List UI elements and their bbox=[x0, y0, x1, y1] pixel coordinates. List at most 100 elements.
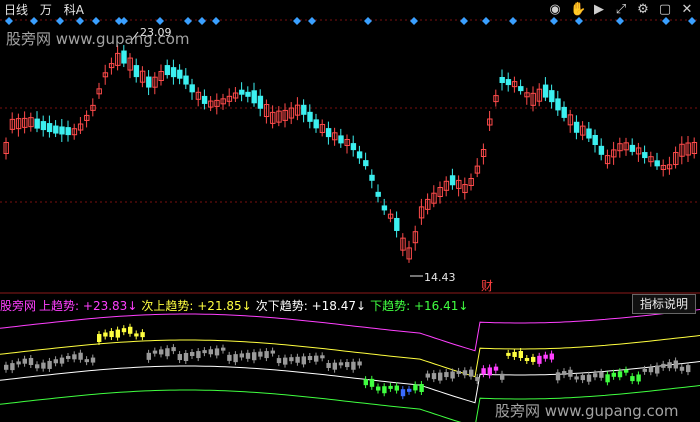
indicator-body bbox=[177, 354, 182, 361]
toolbar-item-3[interactable]: 科A bbox=[64, 3, 84, 17]
chart-canvas bbox=[0, 17, 700, 422]
candle-body bbox=[201, 95, 208, 104]
candle-body bbox=[369, 174, 375, 181]
candle-body bbox=[381, 205, 388, 211]
candle-body bbox=[375, 191, 381, 197]
legend-arrow: ↓ bbox=[127, 299, 138, 313]
toolbar-item-2[interactable]: 万 bbox=[40, 3, 52, 17]
watermark: 股旁网 www.gupang.com bbox=[495, 402, 679, 420]
candle-body bbox=[642, 152, 648, 159]
indicator-body bbox=[580, 375, 585, 381]
indicator-body bbox=[524, 357, 530, 361]
toolbar: 日线 万 科A bbox=[4, 1, 92, 18]
indicator-body bbox=[72, 354, 77, 360]
indicator-body bbox=[47, 360, 52, 369]
indicator-body bbox=[648, 367, 654, 373]
period-label[interactable]: 日线 bbox=[4, 3, 28, 17]
candle-body bbox=[65, 127, 71, 136]
candle-body bbox=[46, 123, 53, 133]
indicator-body bbox=[673, 360, 678, 369]
settings-icon[interactable]: ⚙ bbox=[636, 3, 650, 17]
indicator-body bbox=[655, 365, 660, 374]
indicator-body bbox=[320, 355, 325, 359]
candle-body bbox=[146, 76, 152, 88]
indicator-body bbox=[636, 374, 641, 382]
signal-diamond bbox=[688, 17, 696, 25]
candle-body bbox=[350, 143, 357, 151]
candle-body bbox=[338, 135, 344, 144]
candle-body bbox=[239, 89, 245, 95]
indicator-body bbox=[152, 350, 158, 354]
indicator-body bbox=[252, 352, 257, 361]
indicator-body bbox=[190, 352, 195, 357]
indicator-body bbox=[345, 362, 350, 368]
signal-diamond bbox=[616, 17, 624, 25]
indicator-body bbox=[171, 347, 176, 352]
indicator-body bbox=[208, 349, 213, 355]
play-icon[interactable]: ▶ bbox=[592, 3, 606, 17]
indicator-body bbox=[134, 333, 139, 337]
legend-label: 下趋势: bbox=[370, 299, 411, 313]
hand-icon[interactable]: ✋ bbox=[570, 3, 586, 17]
legend-line-0: 上趋势: +23.83↓ bbox=[39, 297, 137, 314]
indicator-body bbox=[493, 366, 499, 371]
indicator-body bbox=[90, 357, 96, 363]
indicator-body bbox=[66, 355, 71, 359]
signal-diamond bbox=[575, 17, 583, 25]
indicator-body bbox=[512, 351, 517, 357]
signal-diamond bbox=[308, 17, 316, 25]
indicator-body bbox=[481, 368, 486, 375]
indicator-body bbox=[475, 376, 480, 381]
indicator-body bbox=[413, 384, 418, 391]
legend-line-1: 次上趋势: +21.85↓ bbox=[141, 297, 251, 314]
close-icon[interactable]: ✕ bbox=[680, 3, 694, 17]
indicator-body bbox=[28, 358, 34, 366]
legend-value: +21.85 bbox=[197, 299, 242, 313]
candle-body bbox=[121, 50, 127, 64]
signal-diamond bbox=[410, 17, 418, 25]
candle-body bbox=[313, 119, 319, 129]
finance-marker[interactable]: 财 bbox=[481, 277, 493, 294]
signal-diamond bbox=[120, 17, 128, 25]
indicator-body bbox=[202, 350, 207, 354]
legend-value: +16.41 bbox=[413, 299, 459, 313]
indicator-body bbox=[121, 328, 127, 333]
legend-line-3: 下趋势: +16.41↓ bbox=[370, 297, 468, 314]
signal-diamond bbox=[364, 17, 372, 25]
indicator-body bbox=[227, 354, 232, 361]
signal-diamond bbox=[293, 17, 301, 25]
eye-icon[interactable]: ◉ bbox=[548, 3, 562, 17]
indicator-body bbox=[487, 367, 492, 376]
indicator-body bbox=[338, 362, 344, 366]
indicator-body bbox=[456, 370, 461, 374]
indicator-body bbox=[103, 332, 108, 337]
indicator-body bbox=[586, 374, 592, 382]
indicator-body bbox=[444, 372, 449, 378]
candle-body bbox=[598, 145, 605, 155]
indicator-body bbox=[562, 371, 567, 376]
candle-body bbox=[363, 160, 369, 167]
legend-line-2: 次下趋势: +18.47↓ bbox=[256, 297, 366, 314]
candle-body bbox=[592, 135, 598, 145]
indicator-body bbox=[35, 364, 40, 369]
low-price-label: 14.43 bbox=[424, 271, 456, 284]
indicator-body bbox=[97, 334, 102, 343]
arrows-icon[interactable]: ⤢ bbox=[614, 3, 628, 17]
indicator-body bbox=[165, 348, 170, 357]
indicator-body bbox=[394, 385, 399, 391]
indicator-body bbox=[462, 370, 468, 376]
indicator-body bbox=[506, 352, 511, 356]
candle-body bbox=[307, 111, 313, 122]
indicator-body bbox=[611, 372, 616, 377]
indicator-body bbox=[400, 389, 406, 397]
candle-body bbox=[257, 95, 264, 109]
candle-body bbox=[164, 65, 171, 76]
indicator-help-button[interactable]: 指标说明 bbox=[632, 294, 696, 314]
indicator-body bbox=[369, 378, 375, 387]
candle-body bbox=[189, 84, 195, 93]
toolbar-icons: ◉ ✋ ▶ ⤢ ⚙ ▢ ✕ bbox=[548, 3, 694, 17]
indicator-body bbox=[357, 361, 362, 366]
candle-body bbox=[561, 106, 567, 118]
square-icon[interactable]: ▢ bbox=[658, 3, 672, 17]
signal-diamond bbox=[56, 17, 64, 25]
